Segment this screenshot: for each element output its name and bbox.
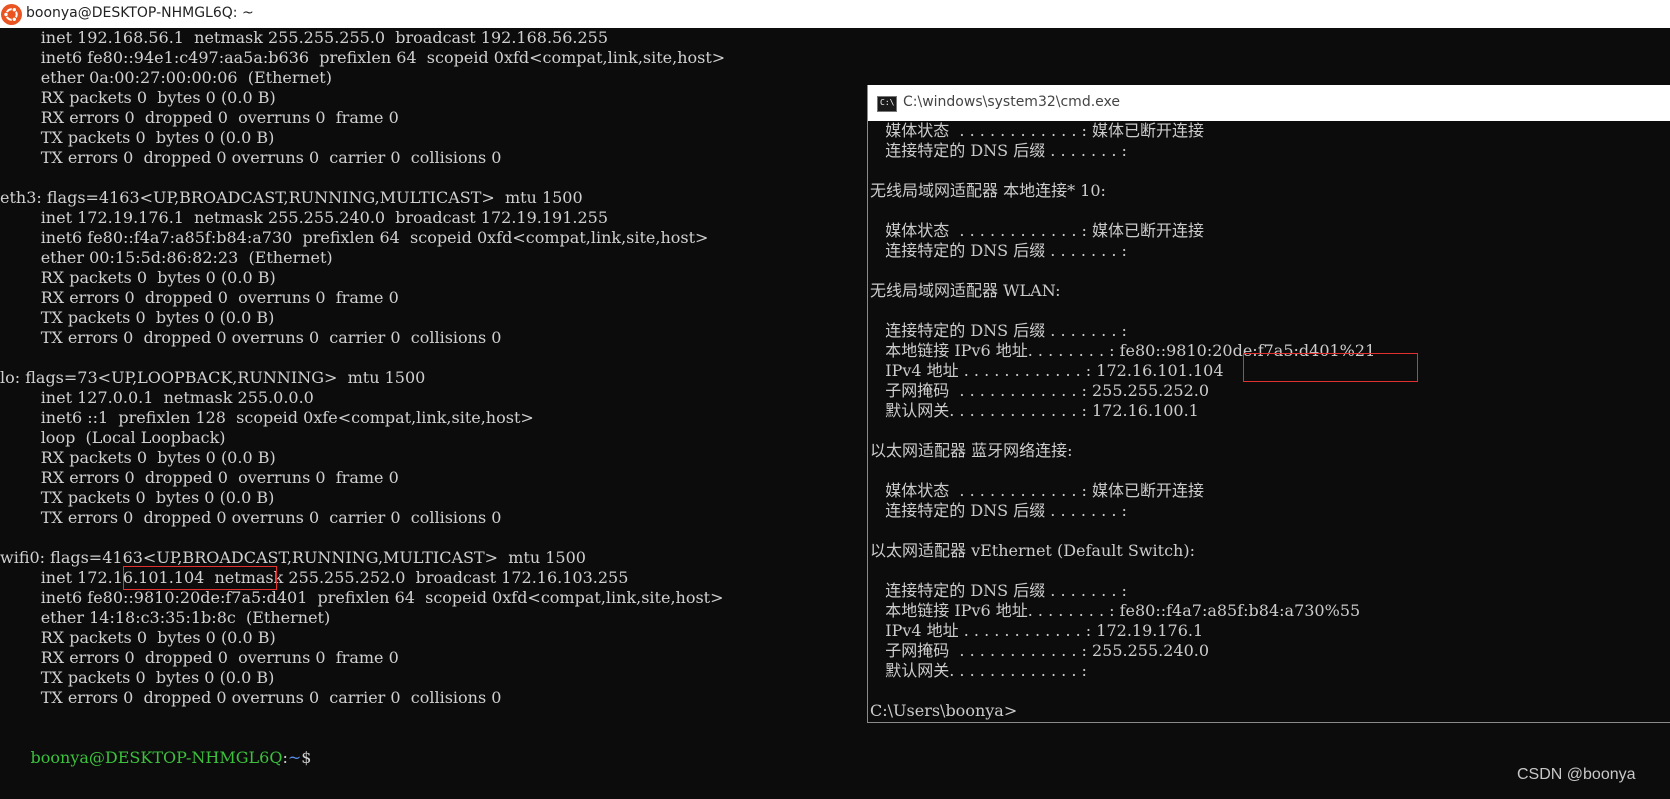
prompt-dollar: $ xyxy=(301,748,312,767)
terminal-line: inet 172.16.101.104 netmask 255.255.252.… xyxy=(0,568,629,587)
terminal-line: inet6 fe80::f4a7:a85f:b84:a730 prefixlen… xyxy=(0,228,709,247)
ubuntu-window-title: boonya@DESKTOP-NHMGL6Q: ~ xyxy=(26,5,254,21)
terminal-line: RX errors 0 dropped 0 overruns 0 frame 0 xyxy=(0,468,399,487)
terminal-line: RX errors 0 dropped 0 overruns 0 frame 0 xyxy=(0,108,399,127)
terminal-line: TX packets 0 bytes 0 (0.0 B) xyxy=(0,308,275,327)
terminal-line: RX errors 0 dropped 0 overruns 0 frame 0 xyxy=(0,288,399,307)
terminal-line: TX errors 0 dropped 0 overruns 0 carrier… xyxy=(0,508,502,527)
cmd-line: 连接特定的 DNS 后缀 . . . . . . . : xyxy=(870,141,1127,160)
cmd-line: C:\Users\boonya> xyxy=(870,701,1018,720)
cmd-line: 本地链接 IPv6 地址. . . . . . . . : fe80::9810… xyxy=(870,341,1376,360)
terminal-line: ether 00:15:5d:86:82:23 (Ethernet) xyxy=(0,248,333,267)
terminal-line: TX packets 0 bytes 0 (0.0 B) xyxy=(0,128,275,147)
cmd-line: 媒体状态 . . . . . . . . . . . . : 媒体已断开连接 xyxy=(870,121,1204,140)
terminal-line: wifi0: flags=4163<UP,BROADCAST,RUNNING,M… xyxy=(0,548,586,567)
cmd-app-icon: C:\ xyxy=(877,96,897,112)
terminal-line: RX packets 0 bytes 0 (0.0 B) xyxy=(0,448,276,467)
terminal-line: ether 0a:00:27:00:00:06 (Ethernet) xyxy=(0,68,332,87)
cmd-line: IPv4 地址 . . . . . . . . . . . . : 172.19… xyxy=(870,621,1204,640)
cmd-window: C:\ C:\windows\system32\cmd.exe 媒体状态 . .… xyxy=(867,85,1670,723)
csdn-watermark: CSDN @boonya xyxy=(1517,766,1636,783)
terminal-line: TX errors 0 dropped 0 overruns 0 carrier… xyxy=(0,328,502,347)
terminal-line: inet6 ::1 prefixlen 128 scopeid 0xfe<com… xyxy=(0,408,534,427)
cmd-line: 连接特定的 DNS 后缀 . . . . . . . : xyxy=(870,241,1127,260)
terminal-line: ether 14:18:c3:35:1b:8c (Ethernet) xyxy=(0,608,331,627)
terminal-line: lo: flags=73<UP,LOOPBACK,RUNNING> mtu 15… xyxy=(0,368,426,387)
cmd-line: 连接特定的 DNS 后缀 . . . . . . . : xyxy=(870,581,1127,600)
terminal-line: inet 172.19.176.1 netmask 255.255.240.0 … xyxy=(0,208,609,227)
terminal-line: TX packets 0 bytes 0 (0.0 B) xyxy=(0,488,275,507)
cmd-line: 默认网关. . . . . . . . . . . . . : xyxy=(870,661,1087,680)
cmd-icon-label: C:\ xyxy=(880,98,895,107)
terminal-line: TX errors 0 dropped 0 overruns 0 carrier… xyxy=(0,688,502,707)
cmd-titlebar[interactable]: C:\ C:\windows\system32\cmd.exe xyxy=(868,85,1670,121)
cmd-line: 连接特定的 DNS 后缀 . . . . . . . : xyxy=(870,321,1127,340)
prompt-user-host: boonya@DESKTOP-NHMGL6Q xyxy=(30,748,283,767)
cmd-line: 子网掩码 . . . . . . . . . . . . : 255.255.2… xyxy=(870,641,1210,660)
cmd-line: 媒体状态 . . . . . . . . . . . . : 媒体已断开连接 xyxy=(870,481,1204,500)
terminal-line: TX packets 0 bytes 0 (0.0 B) xyxy=(0,668,275,687)
cmd-window-title: C:\windows\system32\cmd.exe xyxy=(903,94,1120,110)
terminal-line: TX errors 0 dropped 0 overruns 0 carrier… xyxy=(0,148,502,167)
cmd-line: 以太网适配器 vEthernet (Default Switch): xyxy=(870,541,1195,560)
cmd-line: 本地链接 IPv6 地址. . . . . . . . : fe80::f4a7… xyxy=(870,601,1361,620)
terminal-line: eth3: flags=4163<UP,BROADCAST,RUNNING,MU… xyxy=(0,188,583,207)
cmd-output[interactable]: 媒体状态 . . . . . . . . . . . . : 媒体已断开连接 连… xyxy=(868,121,1670,722)
terminal-line: RX errors 0 dropped 0 overruns 0 frame 0 xyxy=(0,648,399,667)
terminal-line: inet 192.168.56.1 netmask 255.255.255.0 … xyxy=(0,28,609,47)
ubuntu-logo-icon xyxy=(1,4,22,25)
cmd-line: 媒体状态 . . . . . . . . . . . . : 媒体已断开连接 xyxy=(870,221,1204,240)
terminal-line: inet6 fe80::9810:20de:f7a5:d401 prefixle… xyxy=(0,588,724,607)
terminal-line: RX packets 0 bytes 0 (0.0 B) xyxy=(0,628,276,647)
terminal-line: inet6 fe80::94e1:c497:aa5a:b636 prefixle… xyxy=(0,48,726,67)
cmd-line: 以太网适配器 蓝牙网络连接: xyxy=(870,441,1073,460)
prompt-path: ~ xyxy=(287,748,302,767)
cmd-line: 子网掩码 . . . . . . . . . . . . : 255.255.2… xyxy=(870,381,1210,400)
cmd-line: 默认网关. . . . . . . . . . . . . : 172.16.1… xyxy=(870,401,1199,420)
ubuntu-titlebar[interactable]: boonya@DESKTOP-NHMGL6Q: ~ xyxy=(0,0,1670,28)
shell-prompt[interactable]: boonya@DESKTOP-NHMGL6Q:~$ xyxy=(0,728,312,767)
cmd-line: 无线局域网适配器 WLAN: xyxy=(870,281,1061,300)
cmd-line: IPv4 地址 . . . . . . . . . . . . : 172.16… xyxy=(870,361,1224,380)
cmd-line: 无线局域网适配器 本地连接* 10: xyxy=(870,181,1106,200)
cmd-line: 连接特定的 DNS 后缀 . . . . . . . : xyxy=(870,501,1127,520)
terminal-line: RX packets 0 bytes 0 (0.0 B) xyxy=(0,88,276,107)
terminal-line: RX packets 0 bytes 0 (0.0 B) xyxy=(0,268,276,287)
terminal-line: loop (Local Loopback) xyxy=(0,428,226,447)
terminal-line: inet 127.0.0.1 netmask 255.0.0.0 xyxy=(0,388,314,407)
